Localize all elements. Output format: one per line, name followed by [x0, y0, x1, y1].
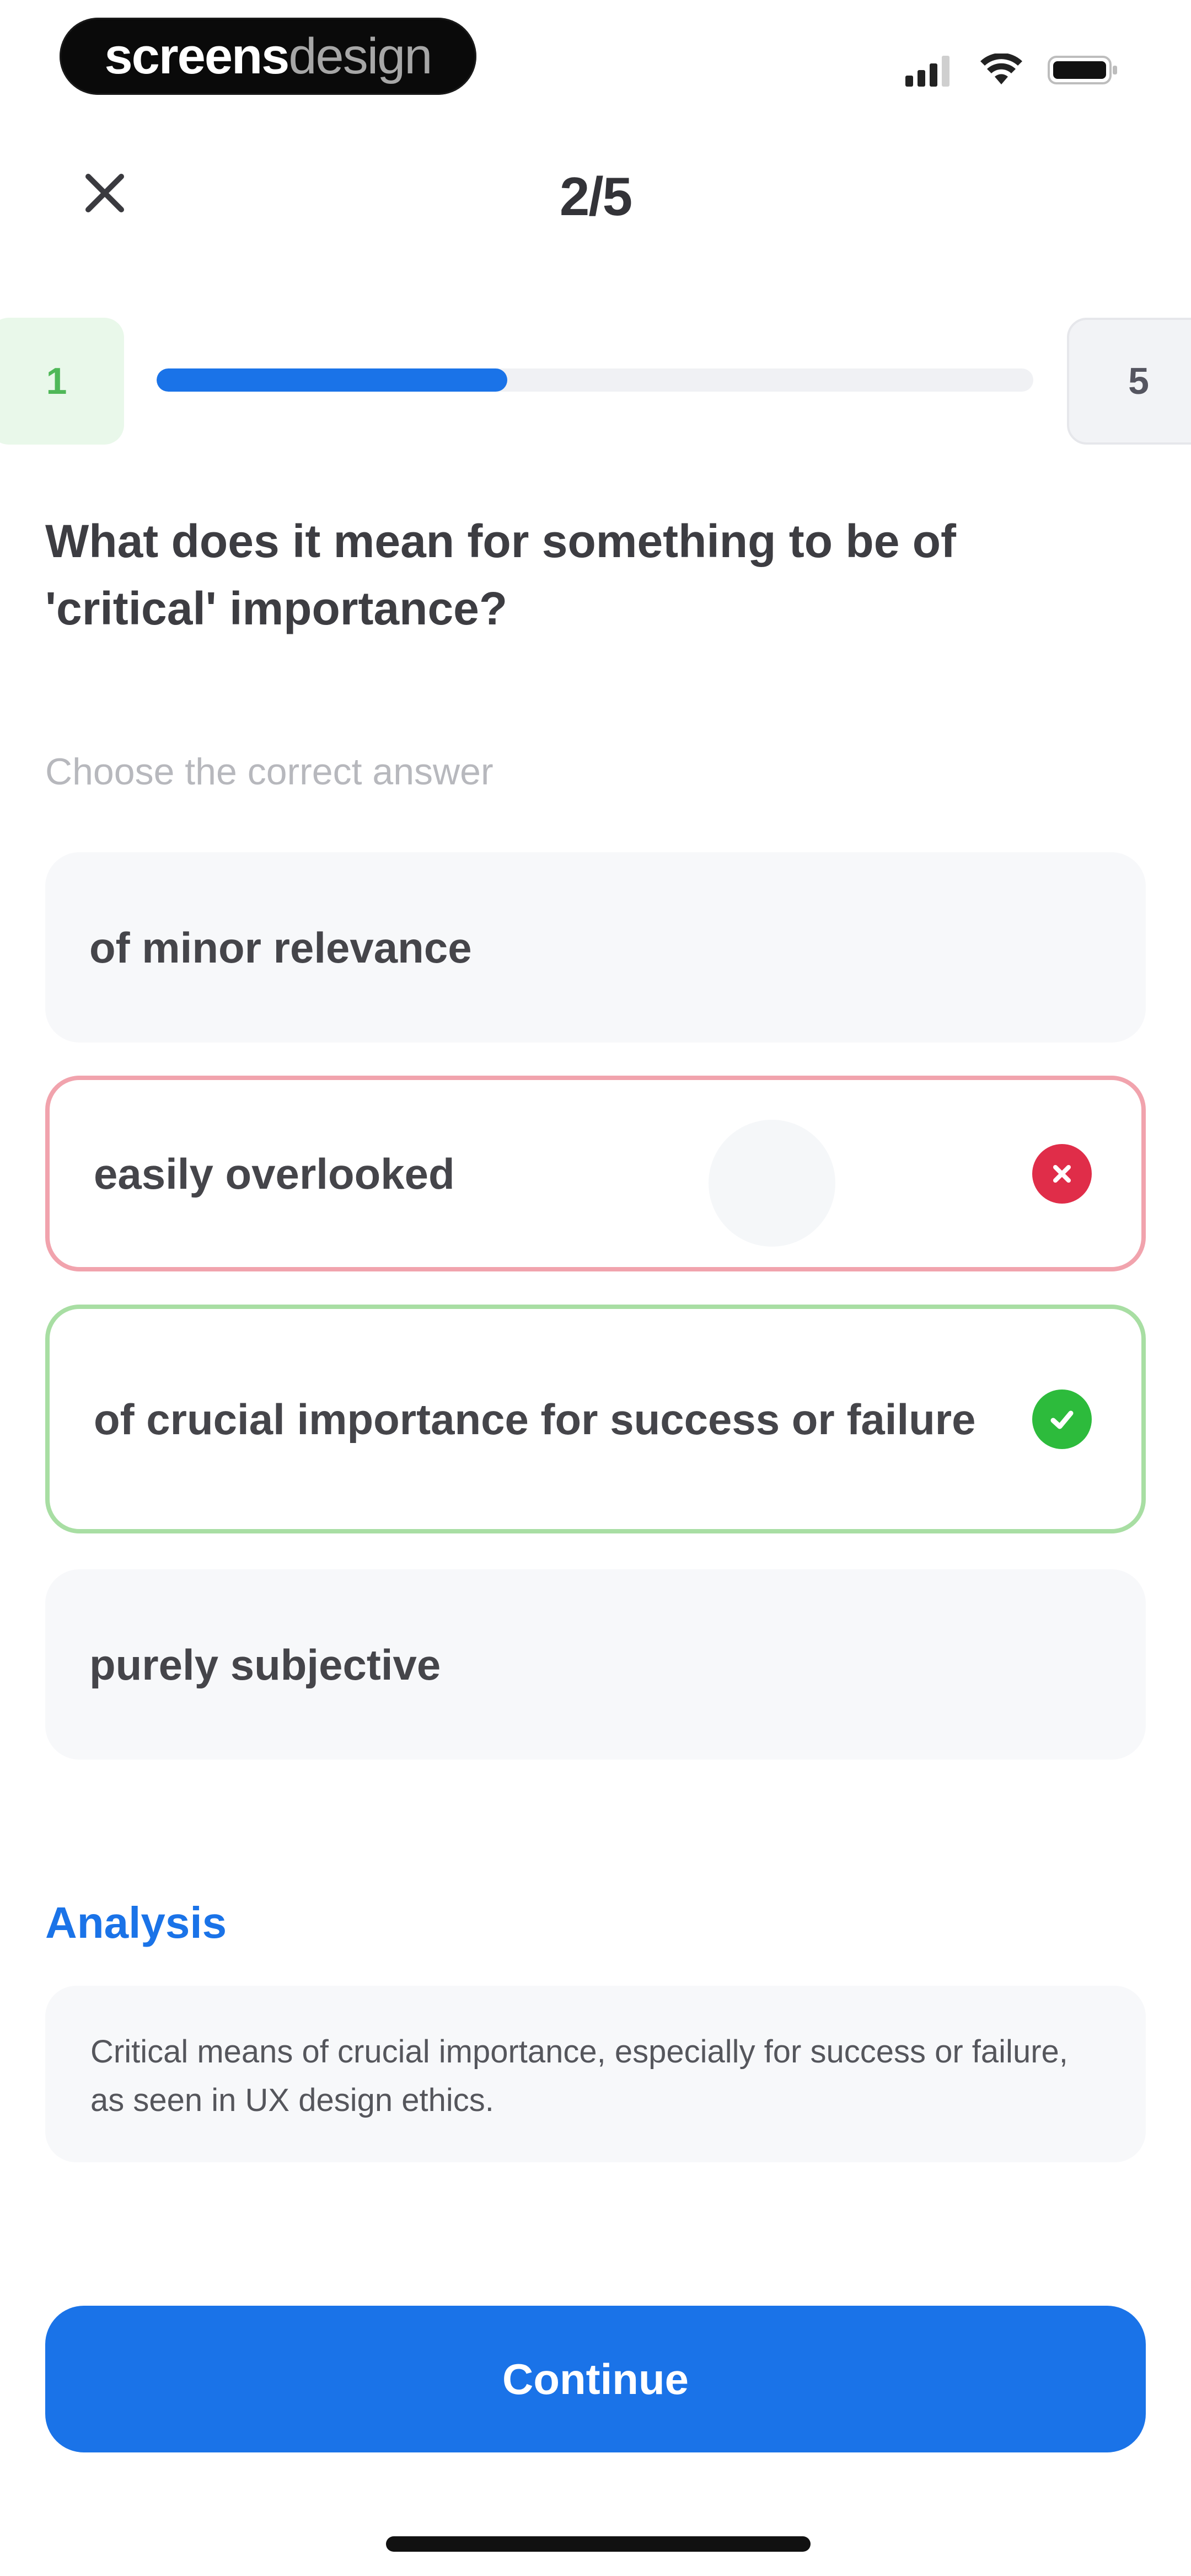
question-text: What does it mean for something to be of… — [45, 515, 957, 634]
status-icons — [905, 51, 1119, 89]
cellular-signal-icon — [905, 56, 949, 87]
answer-option-label: easily overlooked — [94, 1149, 455, 1198]
status-bar: screens design — [0, 0, 1191, 121]
progress-end-label: 5 — [1067, 318, 1191, 445]
question-counter: 2/5 — [559, 166, 632, 227]
top-bar: 2/5 — [0, 138, 1191, 248]
answer-option-label: of minor relevance — [89, 923, 472, 972]
progress-row: 1 5 — [0, 318, 1191, 445]
answer-option-easily-overlooked[interactable]: easily overlooked — [45, 1076, 1146, 1271]
x-circle-icon — [1032, 1143, 1092, 1204]
answer-option-purely-subjective[interactable]: purely subjective — [45, 1569, 1146, 1760]
check-circle-icon — [1032, 1389, 1092, 1449]
answer-option-label: purely subjective — [89, 1640, 441, 1689]
progress-fill — [157, 368, 507, 392]
continue-button[interactable]: Continue — [45, 2306, 1146, 2452]
progress-track — [157, 368, 1033, 392]
wifi-icon — [980, 54, 1022, 84]
battery-icon — [1048, 56, 1117, 84]
analysis-title: Analysis — [45, 1898, 227, 1947]
answer-option-minor-relevance[interactable]: of minor relevance — [45, 852, 1146, 1043]
brand-logo: screens design — [60, 18, 476, 95]
analysis-box: Critical means of crucial importance, es… — [45, 1986, 1146, 2162]
touch-indicator — [709, 1120, 835, 1247]
brand-logo-bold: screens — [104, 28, 290, 84]
progress-start-label: 1 — [0, 318, 124, 445]
instruction-text: Choose the correct answer — [45, 751, 493, 793]
answer-option-label: of crucial importance for success or fai… — [94, 1394, 976, 1444]
brand-logo-light: design — [288, 28, 432, 84]
analysis-text: Critical means of crucial importance, es… — [90, 2034, 1068, 2118]
answer-option-crucial-importance[interactable]: of crucial importance for success or fai… — [45, 1305, 1146, 1533]
home-indicator[interactable] — [386, 2536, 811, 2552]
